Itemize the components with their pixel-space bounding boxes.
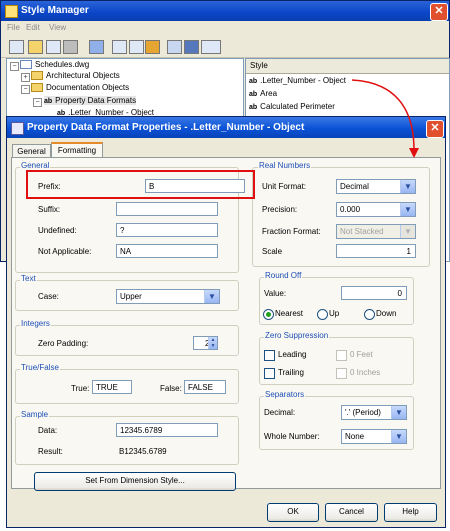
callout-arrow-icon	[351, 79, 419, 158]
